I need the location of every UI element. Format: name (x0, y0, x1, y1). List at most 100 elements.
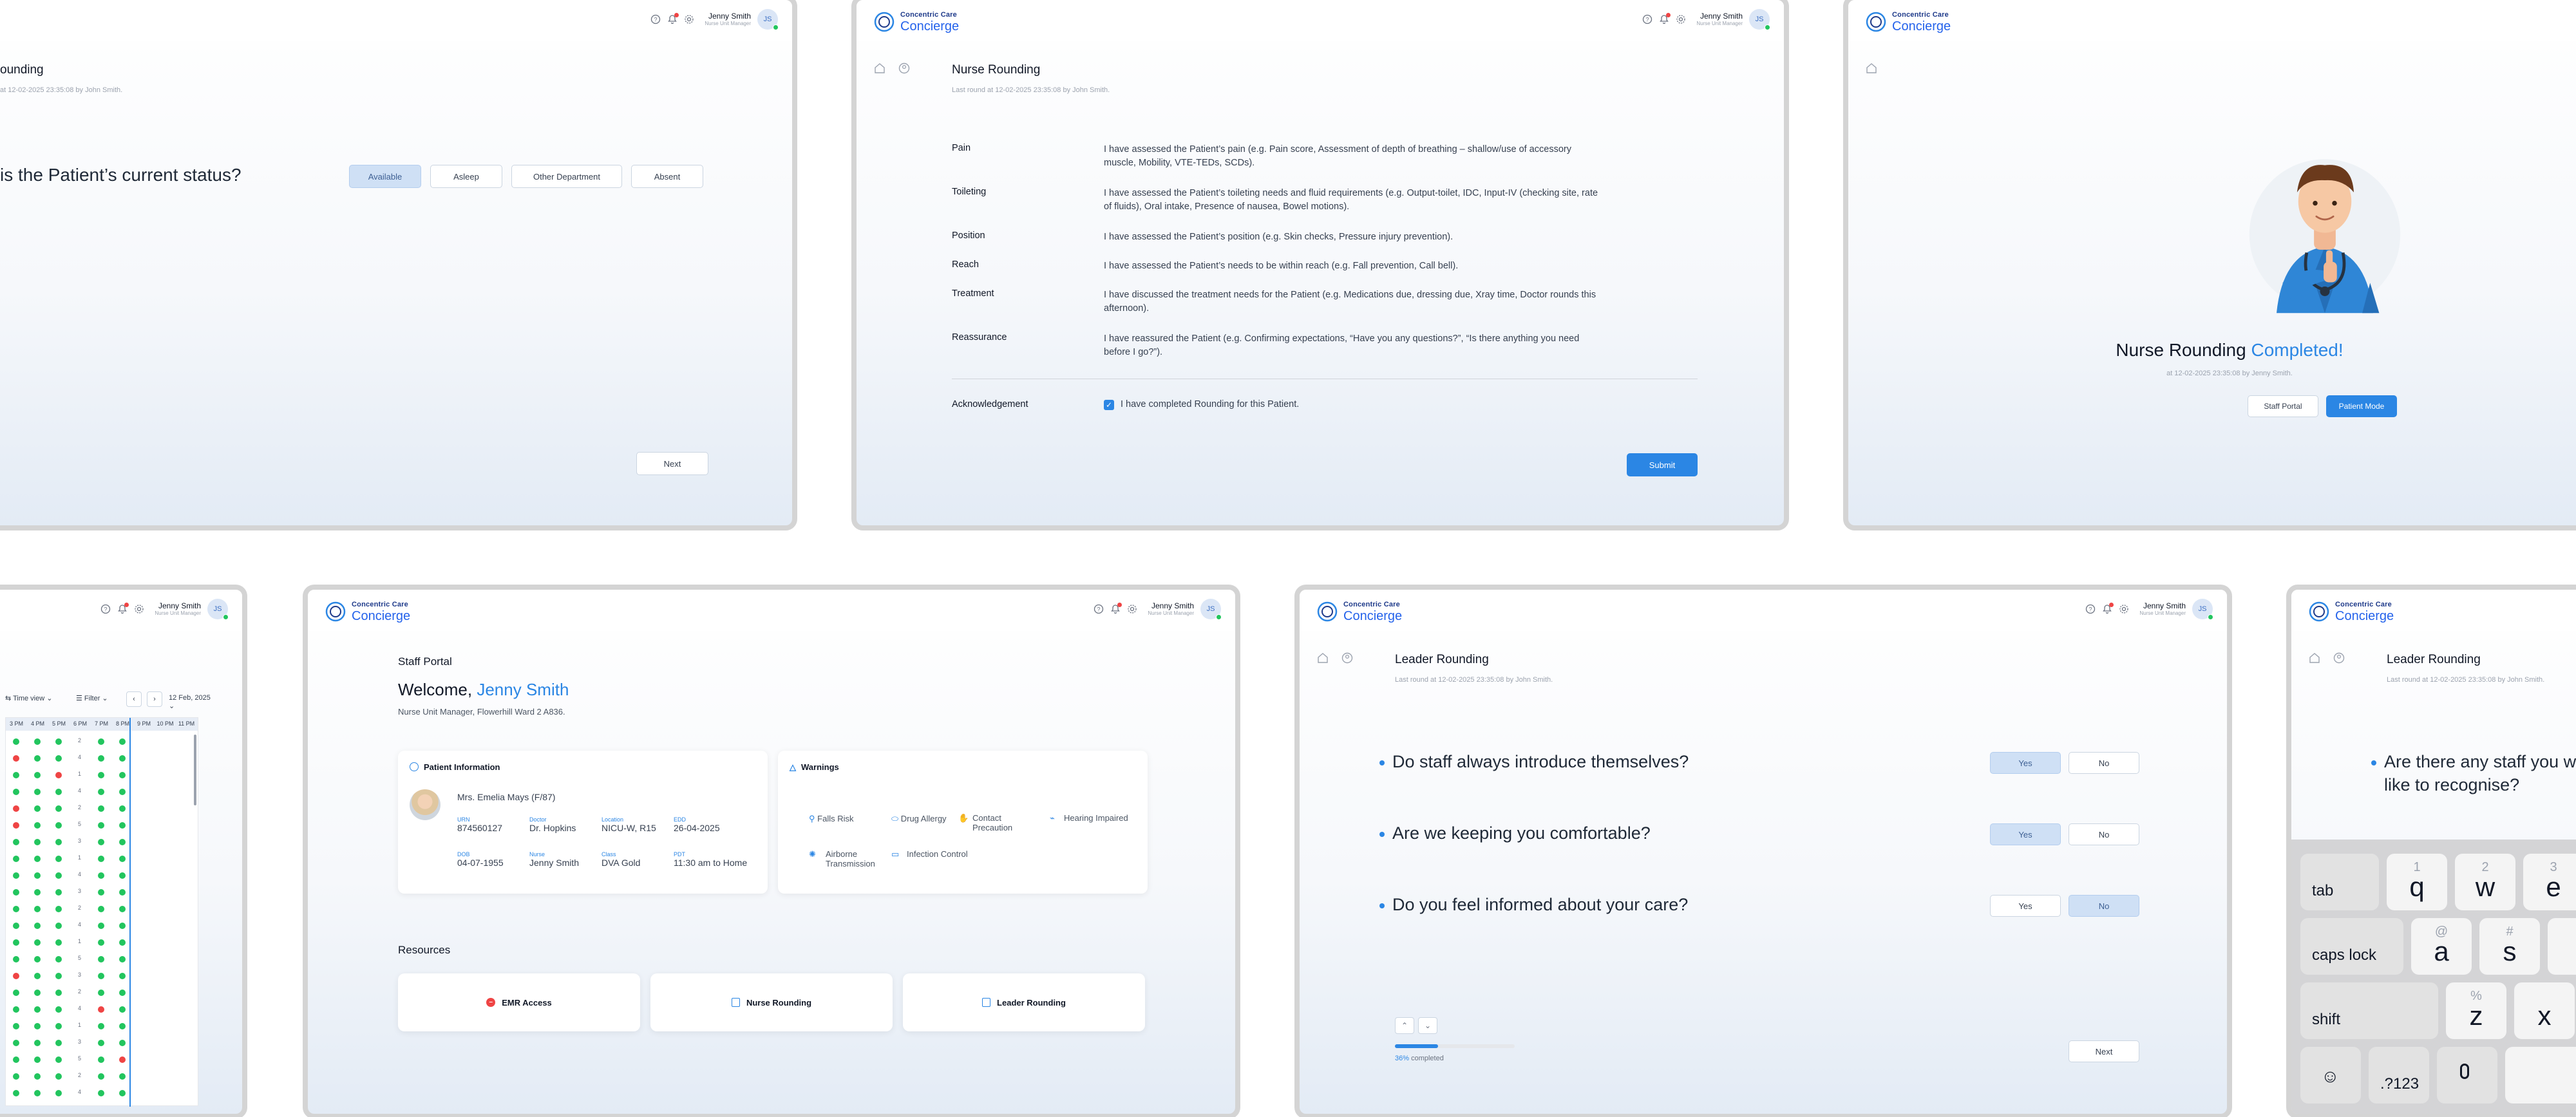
status-dot[interactable] (119, 738, 126, 745)
help-icon[interactable]: ? (100, 604, 111, 614)
bell-icon[interactable] (2102, 603, 2114, 614)
status-dot[interactable] (34, 889, 41, 896)
status-dot[interactable] (34, 990, 41, 996)
status-dot[interactable] (13, 923, 19, 929)
status-dot[interactable] (13, 1040, 19, 1046)
status-dot[interactable] (98, 1006, 104, 1013)
gear-icon[interactable] (1127, 604, 1137, 614)
key-z[interactable]: % z (2446, 982, 2506, 1039)
status-dot[interactable] (98, 973, 104, 979)
status-dot[interactable] (34, 939, 41, 946)
status-dot[interactable] (34, 1006, 41, 1013)
status-dot[interactable] (98, 939, 104, 946)
avatar[interactable]: JS (207, 599, 229, 620)
user-menu[interactable]: ? Jenny Smith Nurse Unit Manager JS (650, 9, 779, 30)
status-dot[interactable] (13, 755, 19, 762)
status-dot[interactable] (13, 889, 19, 896)
resource-leader-rounding[interactable]: Leader Rounding (903, 973, 1145, 1031)
key-space[interactable] (2505, 1047, 2576, 1103)
status-dot[interactable] (98, 755, 104, 762)
status-dot[interactable] (34, 805, 41, 812)
user-menu[interactable]: ? Jenny Smith Nurse Unit Manager JS (1642, 9, 1770, 30)
q1-yes-button[interactable]: Yes (1990, 752, 2061, 774)
option-other-department[interactable]: Other Department (511, 165, 622, 188)
avatar[interactable]: JS (757, 9, 779, 30)
status-dot[interactable] (13, 822, 19, 829)
status-dot[interactable] (119, 973, 126, 979)
submit-button[interactable]: Submit (1627, 453, 1698, 476)
status-dot[interactable] (13, 1073, 19, 1080)
time-view-dropdown[interactable]: ⇆ Time view ⌄ (5, 694, 52, 702)
warnings-card[interactable]: △ Warnings ⚲ Falls Risk ⬭ Drug Allergy ✋ C… (778, 751, 1148, 894)
key-w[interactable]: 2w (2455, 854, 2515, 910)
help-icon[interactable]: ? (1642, 14, 1653, 24)
user-menu[interactable]: ? Jenny Smith Nurse Unit Manager JS (100, 599, 229, 620)
status-dot[interactable] (34, 738, 41, 745)
next-button[interactable]: Next (636, 452, 708, 475)
patient-icon[interactable] (1341, 652, 1354, 664)
patient-information-card[interactable]: Patient Information Mrs. Emelia Mays (F/… (398, 751, 768, 894)
status-dot[interactable] (119, 889, 126, 896)
home-icon[interactable] (1316, 652, 1329, 664)
status-dot[interactable] (119, 772, 126, 778)
status-dot[interactable] (55, 1006, 62, 1013)
key-caps-lock[interactable]: caps lock (2300, 918, 2403, 975)
status-dot[interactable] (98, 889, 104, 896)
status-dot[interactable] (34, 789, 41, 795)
status-dot[interactable] (13, 1006, 19, 1013)
status-dot[interactable] (119, 755, 126, 762)
next-day-button[interactable]: › (147, 691, 162, 707)
status-dot[interactable] (34, 1090, 41, 1096)
status-dot[interactable] (34, 1056, 41, 1063)
gear-icon[interactable] (134, 604, 144, 614)
gear-icon[interactable] (1676, 14, 1686, 24)
status-dot[interactable] (98, 822, 104, 829)
help-icon[interactable]: ? (2085, 604, 2096, 614)
status-dot[interactable] (55, 872, 62, 879)
home-icon[interactable] (1865, 62, 1878, 75)
chevron-down-icon[interactable]: ⌄ (1418, 1017, 1437, 1034)
status-dot[interactable] (119, 789, 126, 795)
status-dot[interactable] (98, 990, 104, 996)
resource-emr-access[interactable]: – EMR Access (398, 973, 640, 1031)
key-d-partial[interactable] (2548, 918, 2576, 975)
status-dot[interactable] (13, 956, 19, 962)
status-dot[interactable] (119, 856, 126, 862)
status-dot[interactable] (98, 856, 104, 862)
q3-yes-button[interactable]: Yes (1990, 895, 2061, 917)
status-dot[interactable] (119, 1006, 126, 1013)
status-dot[interactable] (119, 939, 126, 946)
status-dot[interactable] (13, 772, 19, 778)
status-dot[interactable] (55, 856, 62, 862)
option-absent[interactable]: Absent (631, 165, 703, 188)
resource-nurse-rounding[interactable]: Nurse Rounding (650, 973, 893, 1031)
status-dot[interactable] (13, 990, 19, 996)
status-dot[interactable] (34, 772, 41, 778)
status-dot[interactable] (55, 956, 62, 962)
staff-portal-button[interactable]: Staff Portal (2248, 395, 2318, 417)
status-dot[interactable] (55, 1023, 62, 1029)
status-dot[interactable] (119, 872, 126, 879)
next-button[interactable]: Next (2069, 1040, 2139, 1062)
option-asleep[interactable]: Asleep (430, 165, 502, 188)
key-a[interactable]: @ a (2411, 918, 2472, 975)
grid-scrollbar[interactable] (194, 735, 196, 805)
help-icon[interactable]: ? (650, 14, 661, 24)
status-dot[interactable] (55, 839, 62, 845)
status-dot[interactable] (55, 1090, 62, 1096)
status-dot[interactable] (55, 738, 62, 745)
status-dot[interactable] (119, 822, 126, 829)
q2-no-button[interactable]: No (2069, 823, 2139, 845)
status-dot[interactable] (34, 973, 41, 979)
q2-yes-button[interactable]: Yes (1990, 823, 2061, 845)
ack-checkbox[interactable]: ✓ (1104, 400, 1114, 410)
status-dot[interactable] (119, 805, 126, 812)
status-dot[interactable] (13, 973, 19, 979)
status-dot[interactable] (13, 805, 19, 812)
q1-no-button[interactable]: No (2069, 752, 2139, 774)
status-dot[interactable] (13, 789, 19, 795)
status-dot[interactable] (55, 772, 62, 778)
key-emoji[interactable]: ☺ (2300, 1047, 2361, 1103)
status-dot[interactable] (98, 1090, 104, 1096)
status-dot[interactable] (98, 906, 104, 912)
